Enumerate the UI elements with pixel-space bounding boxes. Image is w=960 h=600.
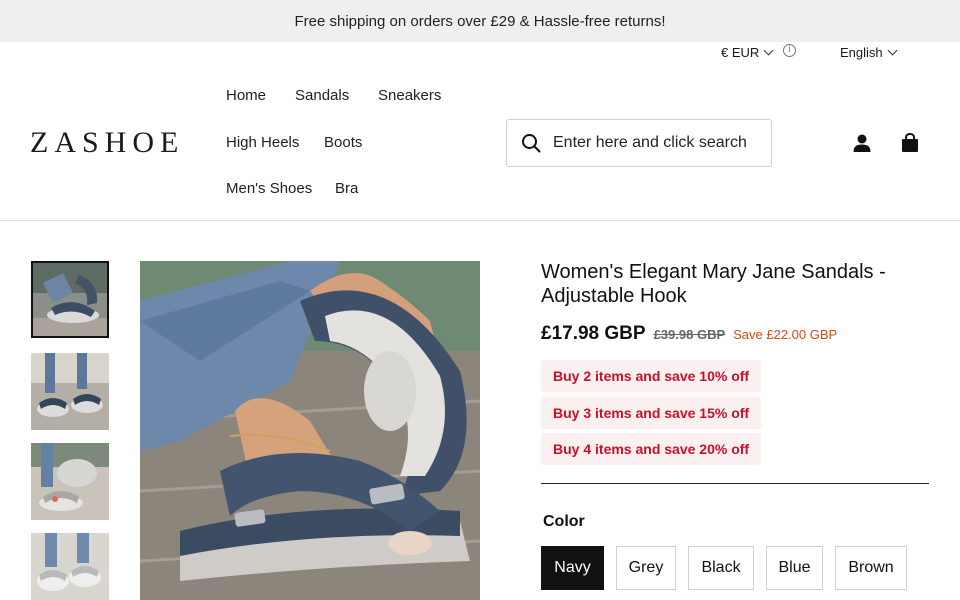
color-label: Color: [543, 513, 585, 530]
color-option-blue[interactable]: Blue: [766, 546, 823, 590]
thumbnail-image: [31, 443, 109, 520]
product-thumbnail[interactable]: [31, 443, 109, 520]
main-image-art: [140, 261, 480, 600]
nav-item-mens-shoes[interactable]: Men's Shoes: [226, 180, 312, 197]
brand-logo[interactable]: ZASHOE: [30, 126, 184, 160]
sale-price: £17.98 GBP: [541, 323, 646, 344]
search-input[interactable]: [553, 134, 753, 152]
chevron-down-icon: [887, 45, 898, 56]
language-label: English: [840, 45, 883, 60]
search-box[interactable]: [506, 119, 772, 167]
product-main-image[interactable]: [140, 261, 480, 600]
promotion-tier: Buy 2 items and save 10% off: [541, 360, 762, 392]
product-title: Women's Elegant Mary Jane Sandals - Adju…: [541, 261, 886, 307]
product-thumbnail[interactable]: [31, 261, 109, 338]
language-selector[interactable]: English: [840, 45, 898, 60]
color-option-brown[interactable]: Brown: [835, 546, 907, 590]
nav-item-bra[interactable]: Bra: [335, 180, 358, 197]
announcement-bar: Free shipping on orders over £29 & Hassl…: [0, 0, 960, 42]
nav-item-sneakers[interactable]: Sneakers: [378, 87, 441, 104]
chevron-down-icon: [763, 45, 774, 56]
nav-item-boots[interactable]: Boots: [324, 134, 362, 151]
announcement-text: Free shipping on orders over £29 & Hassl…: [294, 12, 666, 30]
currency-label: € EUR: [721, 45, 760, 60]
thumbnail-image: [31, 533, 109, 600]
promotion-tier: Buy 3 items and save 15% off: [541, 397, 762, 429]
compare-price: £39.98 GBP: [653, 327, 726, 342]
utility-bar: € EUR i English: [0, 42, 960, 66]
header-divider: [0, 220, 960, 221]
info-icon[interactable]: i: [783, 44, 796, 57]
thumbnail-image: [31, 353, 109, 430]
search-icon[interactable]: [521, 133, 541, 153]
product-thumbnail[interactable]: [31, 533, 109, 600]
nav-item-high-heels[interactable]: High Heels: [226, 134, 299, 151]
nav-item-sandals[interactable]: Sandals: [295, 87, 349, 104]
section-divider: [541, 483, 929, 484]
color-option-grey[interactable]: Grey: [616, 546, 676, 590]
promotion-tier: Buy 4 items and save 20% off: [541, 433, 762, 465]
product-thumbnail[interactable]: [31, 353, 109, 430]
savings-badge: Save £22.00 GBP: [733, 327, 838, 342]
currency-selector[interactable]: € EUR: [721, 45, 774, 60]
nav-item-home[interactable]: Home: [226, 87, 266, 104]
price-row: £17.98 GBP £39.98 GBP Save £22.00 GBP: [541, 323, 837, 345]
color-option-navy[interactable]: Navy: [541, 546, 604, 590]
thumbnail-image: [33, 263, 107, 336]
shopping-bag-icon[interactable]: [901, 133, 919, 153]
color-option-black[interactable]: Black: [688, 546, 754, 590]
user-icon[interactable]: [852, 133, 872, 153]
